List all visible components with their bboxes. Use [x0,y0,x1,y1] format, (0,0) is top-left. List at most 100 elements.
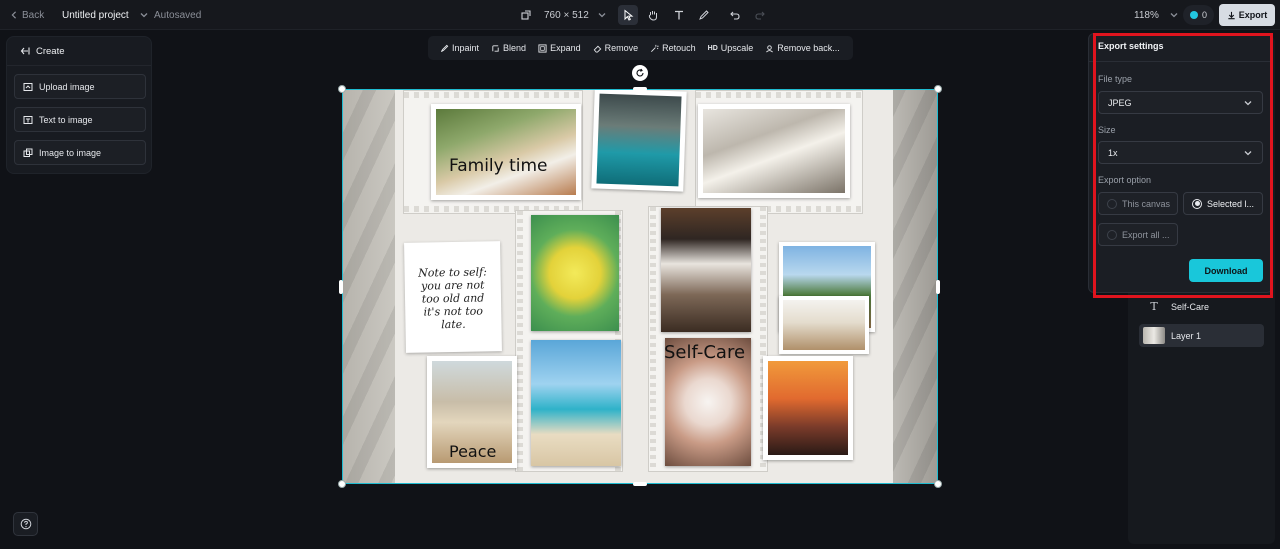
size-select[interactable]: 1x [1098,141,1263,164]
export-settings-title: Export settings [1098,41,1164,51]
remove-background-tool[interactable]: Remove back... [759,36,846,60]
canvas-image-layer[interactable]: Note to self: you are not too old and it… [342,89,938,484]
upscale-tool[interactable]: HD Upscale [702,36,760,60]
cursor-icon [624,9,634,21]
text-tool-button[interactable] [669,5,689,25]
project-title-menu[interactable]: Untitled project [62,0,149,30]
resize-handle-top-right[interactable] [934,85,942,93]
chevron-down-icon [598,13,606,18]
export-option-export-all[interactable]: Export all ... [1098,223,1178,246]
download-label: Download [1204,265,1248,276]
retouch-tool[interactable]: Retouch [644,36,702,60]
remove-tool[interactable]: Remove [587,36,645,60]
expand-tool[interactable]: Expand [532,36,587,60]
zoom-select[interactable]: 118% [1134,0,1179,30]
layer-item-layer-1[interactable]: Layer 1 [1139,324,1264,347]
ai-tools-bar: Inpaint Blend Expand Remove Retouch HD U… [428,36,853,60]
layer-label: Layer 1 [1171,330,1202,341]
radio-selected-icon [1192,198,1202,209]
family-time-text[interactable]: Family time [449,156,548,176]
resize-canvas-button[interactable] [516,5,536,25]
text-to-image-label: Text to image [39,114,93,125]
credits-badge[interactable]: 0 [1183,5,1215,25]
back-button[interactable]: Back [10,0,44,30]
resize-handle-right[interactable] [936,280,940,294]
inpaint-tool[interactable]: Inpaint [434,36,485,60]
resize-handle-top-left[interactable] [338,85,346,93]
option-label: This canvas [1122,198,1171,209]
layer-thumbnail [1143,327,1165,344]
upload-image-button[interactable]: Upload image [14,74,146,99]
canvas-size-select[interactable]: 760 × 512 [544,0,607,30]
option-label: Export all ... [1122,229,1170,240]
lemon-photo [531,215,619,331]
remove-background-icon [766,44,774,52]
eraser-icon [593,45,601,53]
retouch-icon [651,44,659,52]
export-button[interactable]: Export [1219,4,1275,26]
zoom-label: 118% [1134,9,1159,21]
select-tool-button[interactable] [618,5,638,25]
hand-icon [648,11,657,21]
download-button[interactable]: Download [1189,259,1263,282]
note-line-1: Note to self: [418,265,488,280]
family-dinner-photo [431,104,581,200]
chevron-down-icon [140,13,148,18]
retouch-label: Retouch [662,43,696,53]
remove-label: Remove [604,43,639,53]
divider [1089,61,1272,62]
image-to-image-icon [23,148,33,157]
chevron-left-icon [11,11,17,19]
back-label: Back [22,9,45,21]
peace-text[interactable]: Peace [449,442,496,461]
undo-button[interactable] [725,5,745,25]
resize-handle-bottom[interactable] [633,482,647,486]
resize-handle-top[interactable] [633,87,647,91]
redo-icon [755,11,765,20]
radio-icon [1107,198,1117,209]
export-label: Export [1238,10,1268,20]
export-option-this-canvas[interactable]: This canvas [1098,192,1178,215]
size-value: 1x [1108,147,1118,158]
rotate-icon [636,68,644,77]
file-type-select[interactable]: JPEG [1098,91,1263,114]
pool-photo [591,90,687,192]
export-option-label: Export option [1098,175,1152,185]
project-title: Untitled project [62,9,129,21]
image-to-image-button[interactable]: Image to image [14,140,146,165]
blend-tool[interactable]: Blend [485,36,532,60]
rotate-handle[interactable] [632,65,648,81]
resize-handle-bottom-left[interactable] [338,480,346,488]
note-card: Note to self: you are not too old and it… [404,241,502,353]
expand-icon [538,43,547,53]
layer-item-self-care[interactable]: T Self-Care [1139,295,1264,318]
pen-tool-button[interactable] [694,5,714,25]
chevron-down-icon [1244,100,1252,105]
help-icon [20,518,31,530]
expand-label: Expand [550,43,581,53]
text-to-image-icon [23,115,33,124]
save-status: Autosaved [154,0,201,30]
save-status-label: Autosaved [154,9,202,21]
brush-icon [440,44,449,52]
undo-icon [730,11,740,20]
upload-image-label: Upload image [39,81,95,92]
hand-tool-button[interactable] [643,5,663,25]
text-to-image-button[interactable]: Text to image [14,107,146,132]
blend-label: Blend [503,43,527,53]
size-label: Size [1098,125,1116,135]
hd-icon: HD [707,44,718,52]
export-option-selected-layers[interactable]: Selected l... [1183,192,1263,215]
self-care-text[interactable]: Self-Care [664,342,745,363]
collapse-left-icon [20,47,30,55]
help-button[interactable] [13,512,38,536]
create-panel: Create Upload image Text to image Image … [6,36,152,174]
credit-icon [1190,11,1198,19]
create-panel-header[interactable]: Create [7,37,151,66]
resize-handle-bottom-right[interactable] [934,480,942,488]
blend-icon [492,44,499,52]
download-icon [1228,11,1235,19]
redo-button[interactable] [750,5,770,25]
inpaint-label: Inpaint [452,43,480,53]
resize-handle-left[interactable] [339,280,343,294]
